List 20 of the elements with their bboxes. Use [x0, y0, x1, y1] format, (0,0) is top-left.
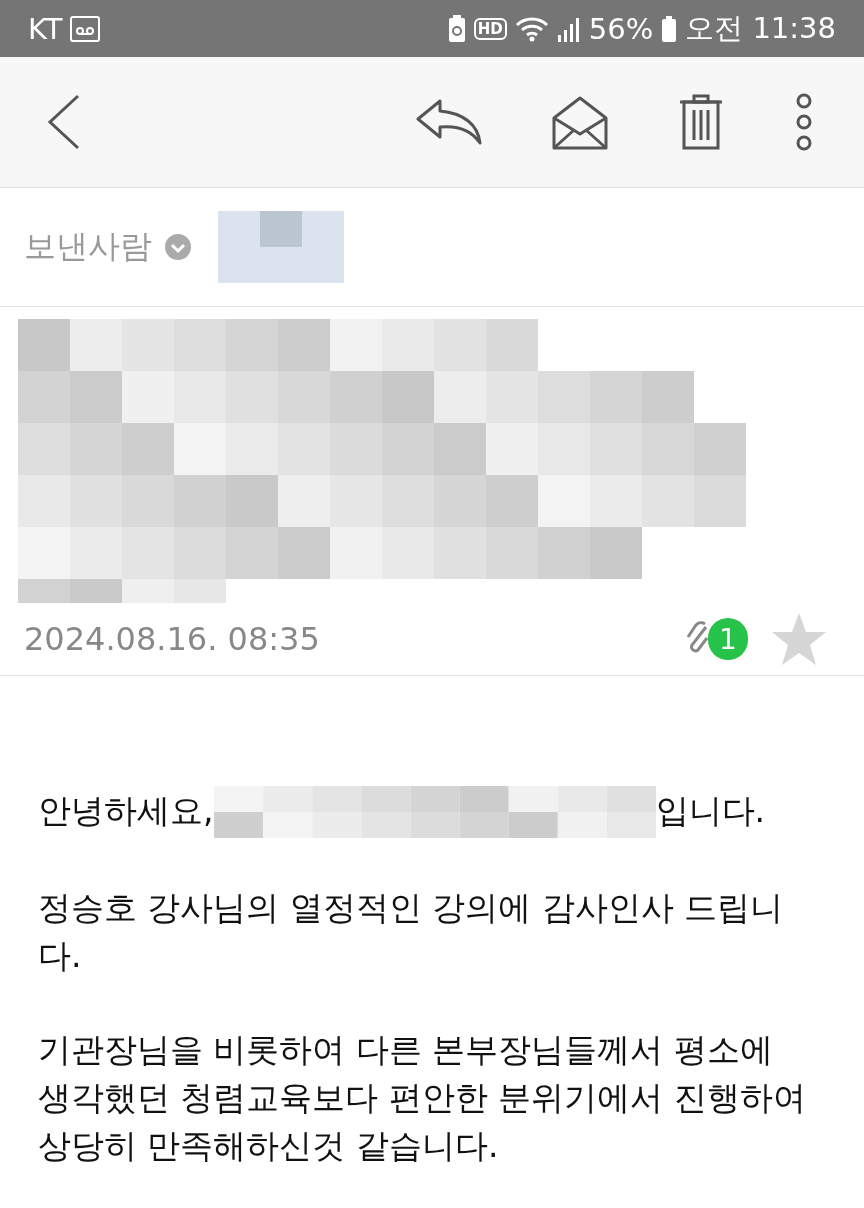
attachment-count: 1: [708, 618, 748, 660]
reply-icon[interactable]: [416, 99, 482, 145]
clock: 오전 11:38: [685, 9, 836, 47]
battery-percent: 56%: [588, 11, 654, 46]
battery-saver-icon: [447, 14, 466, 43]
voicemail-icon: [70, 15, 101, 42]
sender-label: 보낸사람: [24, 226, 152, 267]
body-text: 정승호 강사님의 열정적인 강의에 감사인사 드립니다.: [38, 888, 784, 975]
body-text: 안녕하세요,: [38, 790, 214, 830]
envelope-icon[interactable]: [552, 94, 608, 150]
body-text: 입니다.: [655, 790, 765, 830]
carrier-label: KT: [28, 11, 63, 46]
more-icon[interactable]: [794, 93, 814, 151]
hd-voice-badge: HD: [473, 17, 507, 40]
battery-icon: [661, 14, 678, 43]
date-label: 2024.08.16. 08:35: [24, 620, 320, 658]
body-text: 기관장님을 비롯하여 다른 본부장님들께서 평소에 생각했던 청렴교육보다 편안한 분위기에서 진행하여 상당히 만족해하신것 같습니다.: [38, 1030, 806, 1165]
star-icon[interactable]: [770, 611, 828, 667]
trash-icon[interactable]: [678, 94, 724, 150]
back-icon[interactable]: [46, 94, 80, 150]
